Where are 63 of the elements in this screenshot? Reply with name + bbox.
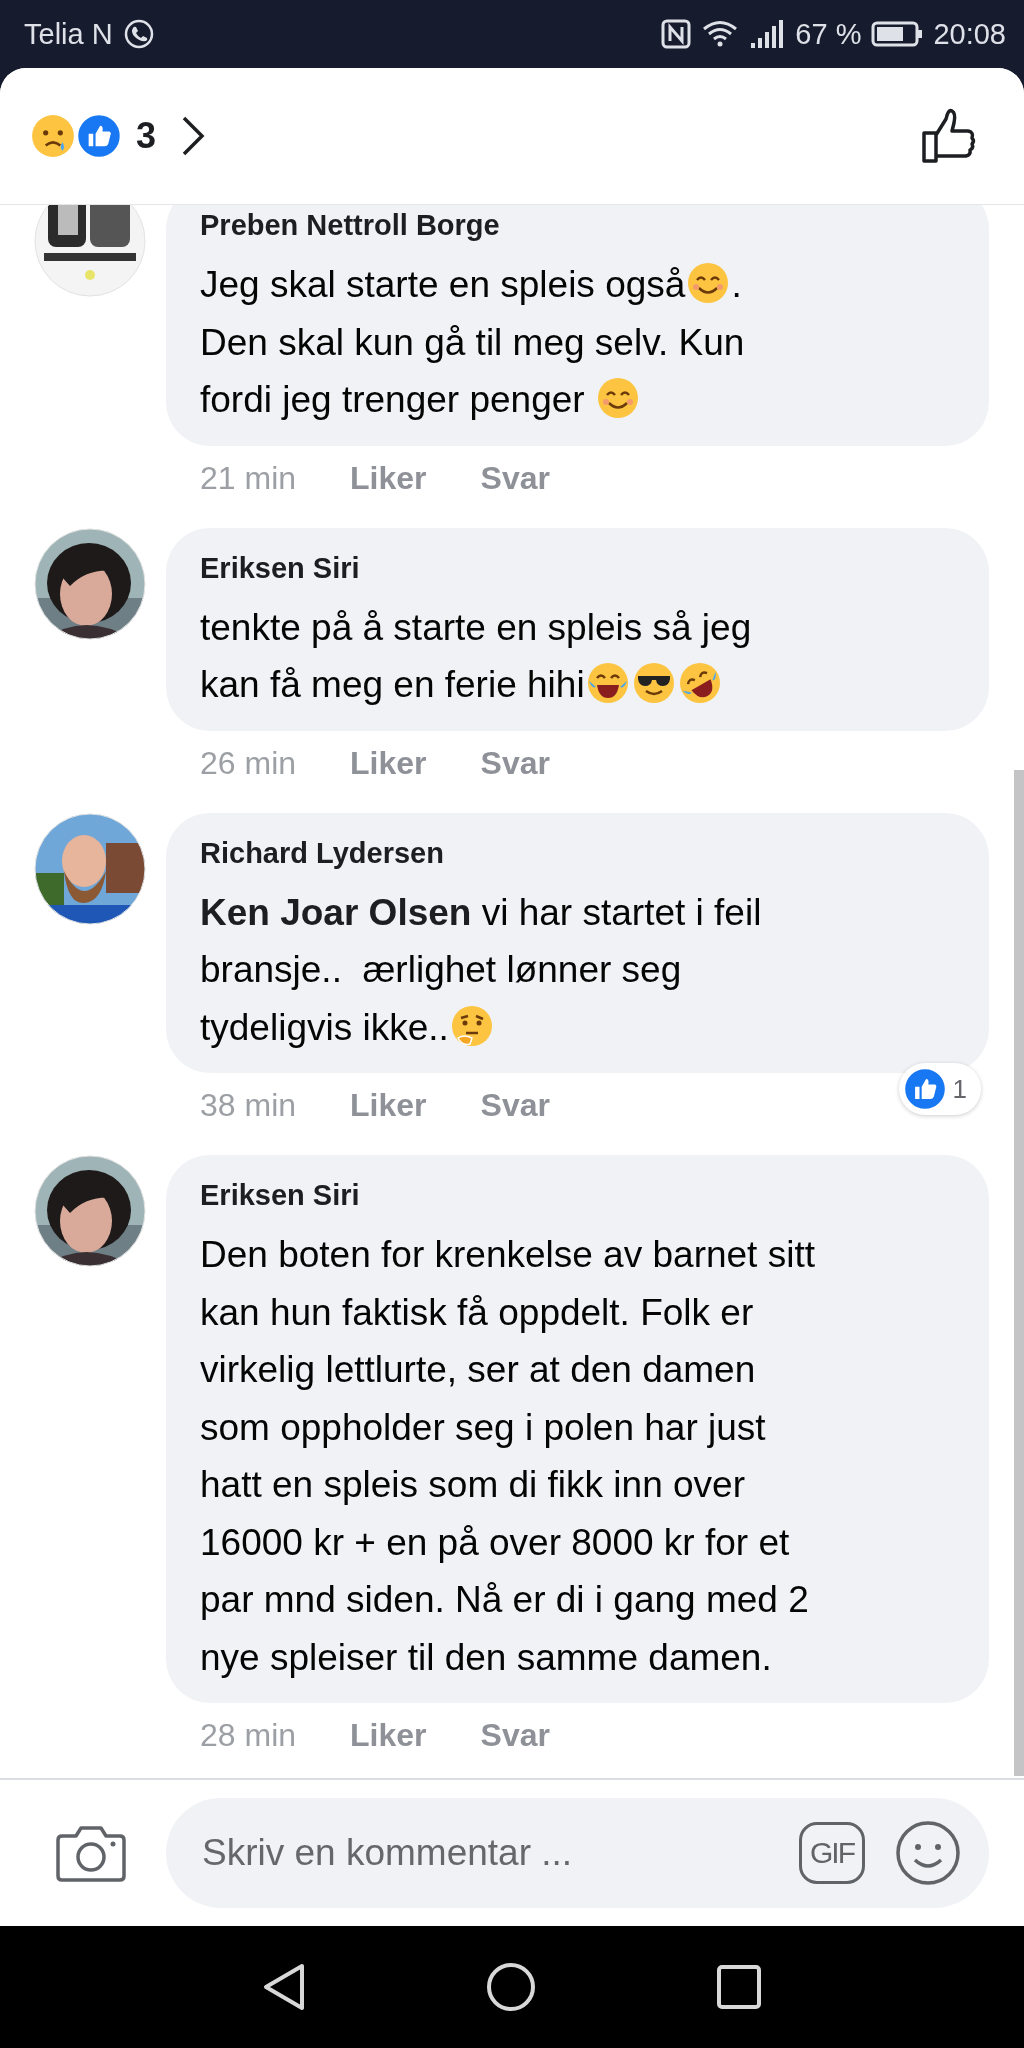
comment-action-button[interactable]: Liker [350,1085,427,1125]
comment-action-button[interactable]: Svar [480,742,550,783]
clock-time: 20:08 [933,17,1006,51]
home-icon[interactable] [486,1962,536,2012]
comment-author: Preben Nettroll Borge [200,208,501,243]
comment-time: 26 min [200,743,297,783]
comment-text: . [731,264,742,305]
comment-author: Eriksen Siri [200,1178,361,1213]
like-reaction-icon [902,1067,947,1111]
sad-emoji-icon [30,113,76,159]
rolling-laugh-emoji-icon [677,661,722,705]
smiley-icon[interactable] [895,1820,961,1886]
sunglasses-emoji-icon [631,661,676,705]
comment-author: Eriksen Siri [200,550,361,586]
thumbs-up-icon [920,107,978,165]
comment-time: 21 min [200,458,297,498]
battery-percent: 67 % [795,17,862,51]
smiling-emoji-icon [686,261,731,305]
nfc-icon [661,19,692,49]
thinking-emoji-icon [449,1003,494,1048]
comment-text: nye spleiser til den samme damen. [200,1636,772,1678]
comment-action-button[interactable]: Svar [480,457,550,498]
signal-icon [749,19,786,49]
comment-text: tenkte på å starte en spleis så jeg [200,606,752,648]
comment-action-button[interactable]: Liker [350,457,427,498]
comment-author: Richard Lydersen [200,835,445,871]
comment-text: fordi jeg trenger penger [200,379,586,420]
comment-text: Den skal kun gå til meg selv. Kun [200,321,745,363]
comment-text: kan få meg en ferie hihi [200,664,585,705]
comment-action-button[interactable]: Liker [350,1715,427,1755]
like-button[interactable] [920,107,978,165]
comment-text: som oppholder seg i polen har just [200,1406,766,1448]
comment-text: Den boten for krenkelse av barnet sitt [200,1234,815,1275]
comment-text: bransje.. ærlighet lønner seg [200,949,682,990]
wifi-calling-icon [122,18,155,50]
comment-text: par mnd siden. Nå er di i gang med 2 [200,1579,809,1620]
like-reaction-icon [76,113,122,159]
smiling-emoji-icon [595,376,640,420]
comment-input-field[interactable]: Skriv en kommentar ... GIF [166,1798,989,1908]
mention-link[interactable]: Ken Joar Olsen [200,891,472,933]
gif-button[interactable]: GIF [799,1822,865,1884]
comment-text: vi har startet i feil [480,891,762,933]
comment-text: tydeligvis ikke.. [200,1006,449,1048]
comment-text: 16000 kr + en på over 8000 kr for et [200,1521,790,1563]
comment-text: kan hun faktisk få oppdelt. Folk er [200,1291,754,1333]
reaction-badge[interactable]: 1 [898,1063,981,1115]
recent-apps-icon[interactable] [716,1964,762,2010]
back-icon[interactable] [262,1962,306,2012]
comment-action-button[interactable]: Svar [480,1715,550,1755]
comment-action-button[interactable]: Svar [480,1085,550,1125]
comment-time: 28 min [200,1716,297,1755]
comment-text: Jeg skal starte en spleis også [200,264,686,305]
comment-text: virkelig lettlurte, ser at den damen [200,1349,756,1390]
laughing-tears-emoji-icon [585,661,630,705]
carrier-name: Telia N [24,17,113,51]
comment-action-button[interactable]: Liker [350,742,427,783]
reaction-count: 3 [136,115,157,157]
scrollbar[interactable] [1014,770,1024,1776]
battery-icon [871,20,924,48]
comment-time: 38 min [200,1086,297,1125]
chevron-right-icon[interactable] [180,115,207,157]
comment-text: hatt en spleis som di fikk inn over [200,1464,745,1505]
reaction-count: 1 [952,1073,967,1105]
